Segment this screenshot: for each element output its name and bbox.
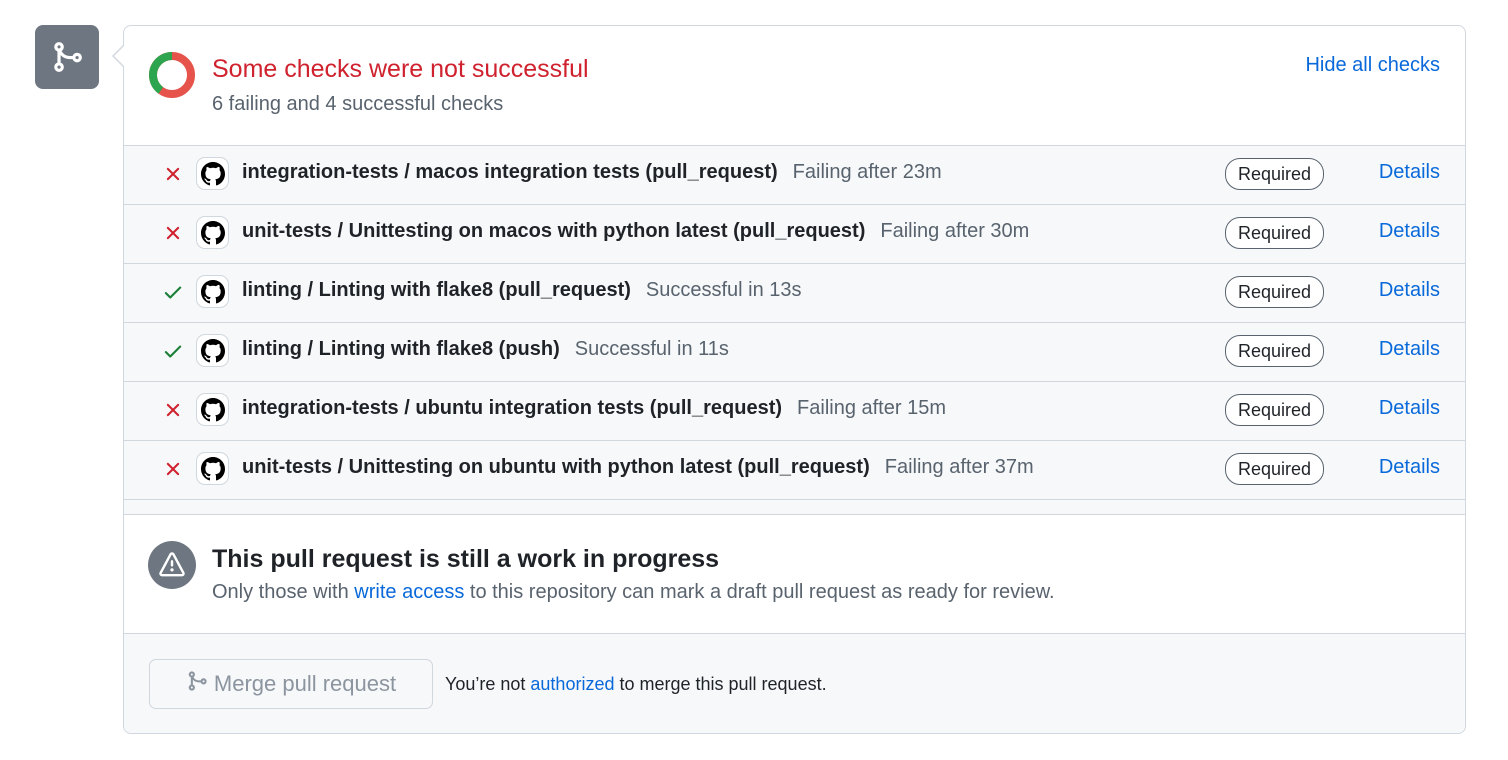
check-details-link[interactable]: Details	[1379, 220, 1440, 243]
required-badge: Required	[1225, 394, 1325, 426]
check-status-text: Failing after 37m	[884, 456, 1034, 478]
github-icon	[196, 334, 229, 367]
alert-icon	[148, 541, 196, 589]
github-icon	[196, 275, 229, 308]
checks-list[interactable]: integration-tests / macos integration te…	[124, 145, 1465, 515]
required-badge: Required	[1225, 335, 1325, 367]
x-icon	[162, 163, 184, 185]
checks-summary-subtitle: 6 failing and 4 successful checks	[212, 93, 504, 115]
github-icon	[196, 393, 229, 426]
checks-summary: Some checks were not successful 6 failin…	[124, 26, 1465, 146]
check-details-link[interactable]: Details	[1379, 279, 1440, 302]
github-icon	[196, 157, 229, 190]
check-status-text: Failing after 15m	[797, 397, 946, 419]
check-status-text: Failing after 23m	[792, 161, 942, 183]
draft-notice-text: Only those with write access to this rep…	[212, 581, 1055, 603]
check-status-text: Successful in 11s	[574, 338, 729, 360]
required-badge: Required	[1225, 158, 1325, 190]
check-name: integration-tests / ubuntu integration t…	[242, 397, 783, 419]
check-name: linting / Linting with flake8 (push)	[242, 338, 560, 360]
hide-all-checks-link[interactable]: Hide all checks	[1305, 54, 1440, 77]
checks-summary-title: Some checks were not successful	[212, 55, 589, 83]
git-merge-icon	[186, 670, 208, 698]
github-icon	[196, 452, 229, 485]
github-icon	[196, 216, 229, 249]
check-details-link[interactable]: Details	[1379, 338, 1440, 361]
check-details-link[interactable]: Details	[1379, 161, 1440, 184]
check-row: unit-tests / Unittesting on macos with p…	[124, 205, 1465, 264]
check-status-text: Successful in 13s	[645, 279, 802, 301]
x-icon	[162, 222, 184, 244]
check-row: integration-tests / macos integration te…	[124, 146, 1465, 205]
x-icon	[162, 458, 184, 480]
check-details-link[interactable]: Details	[1379, 397, 1440, 420]
merge-button-label: Merge pull request	[213, 671, 397, 696]
required-badge: Required	[1225, 276, 1325, 308]
git-merge-icon	[35, 25, 99, 89]
draft-notice-title: This pull request is still a work in pro…	[212, 545, 720, 573]
check-row-partial	[124, 500, 1465, 515]
check-name: integration-tests / macos integration te…	[242, 161, 778, 183]
authorized-link[interactable]: authorized	[530, 674, 614, 694]
check-name: unit-tests / Unittesting on ubuntu with …	[242, 456, 870, 478]
draft-notice: This pull request is still a work in pro…	[124, 514, 1465, 634]
required-badge: Required	[1225, 453, 1325, 485]
check-details-link[interactable]: Details	[1379, 456, 1440, 479]
check-name: linting / Linting with flake8 (pull_requ…	[242, 279, 631, 301]
merge-pull-request-button[interactable]: Merge pull request	[149, 659, 433, 709]
check-status-text: Failing after 30m	[880, 220, 1030, 242]
checks-donut-icon	[149, 52, 195, 98]
check-icon	[162, 340, 184, 362]
check-row: linting / Linting with flake8 (pull_requ…	[124, 264, 1465, 323]
check-row: integration-tests / ubuntu integration t…	[124, 382, 1465, 441]
merge-area: Merge pull request You’re not authorized…	[124, 633, 1465, 733]
x-icon	[162, 399, 184, 421]
write-access-link[interactable]: write access	[354, 581, 464, 603]
check-row: linting / Linting with flake8 (push) Succ…	[124, 323, 1465, 382]
merge-permission-note: You’re not authorized to merge this pull…	[445, 674, 827, 694]
merge-box: Some checks were not successful 6 failin…	[123, 25, 1466, 734]
check-name: unit-tests / Unittesting on macos with p…	[242, 220, 866, 242]
check-row: unit-tests / Unittesting on ubuntu with …	[124, 441, 1465, 500]
check-icon	[162, 281, 184, 303]
timeline-pointer-fill	[114, 45, 125, 67]
required-badge: Required	[1225, 217, 1325, 249]
